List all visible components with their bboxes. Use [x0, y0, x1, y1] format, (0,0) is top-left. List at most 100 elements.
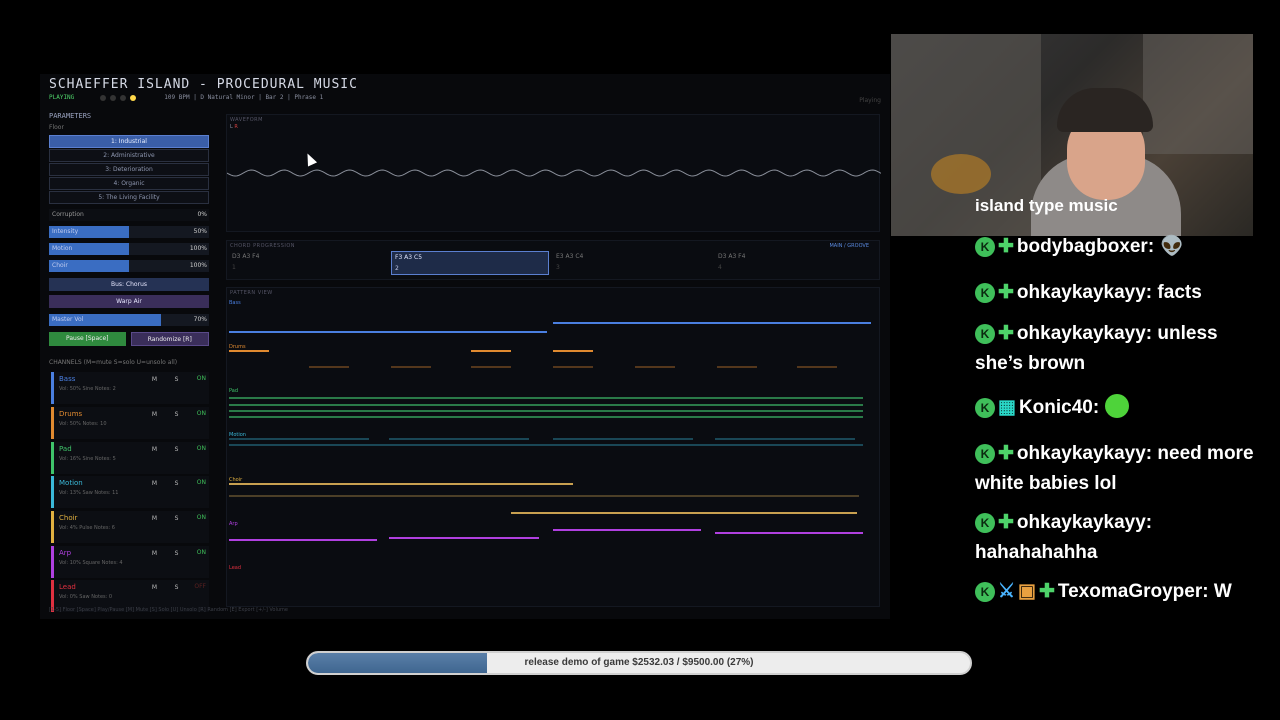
- beat-indicator-active-icon: [130, 94, 137, 101]
- chord-slot-1[interactable]: D3 A3 F4 1: [229, 251, 387, 275]
- pad-note: [229, 410, 863, 412]
- floor-button-5[interactable]: 5: The Living Facility: [49, 191, 209, 204]
- channel-info: Vol: 0% Saw Notes: 0: [59, 594, 113, 600]
- randomize-button[interactable]: Randomize [R]: [130, 332, 209, 346]
- chord-index: 2: [395, 265, 399, 272]
- sub-badge-icon: ✚: [998, 236, 1014, 257]
- bus-chorus-button[interactable]: Bus: Chorus: [49, 278, 209, 291]
- webcam-background: [1143, 34, 1253, 154]
- slider-value: 0%: [197, 211, 207, 218]
- solo-button[interactable]: S: [172, 375, 181, 384]
- channel-on-toggle[interactable]: OFF: [194, 583, 206, 590]
- channel-name: Motion: [59, 479, 83, 487]
- mute-button[interactable]: M: [150, 375, 159, 384]
- channel-on-toggle[interactable]: ON: [197, 479, 206, 486]
- solo-button[interactable]: S: [172, 479, 181, 488]
- pattern-view-panel: PATTERN VIEW Bass Drums Pad Motion Choir…: [226, 287, 880, 607]
- drum-hit: [717, 366, 757, 368]
- channel-name: Bass: [59, 375, 76, 383]
- motion-slider[interactable]: Motion 100%: [49, 243, 209, 255]
- slider-label: Motion: [52, 245, 73, 252]
- warp-air-button[interactable]: Warp Air: [49, 295, 209, 308]
- floor-button-4[interactable]: 4: Organic: [49, 177, 209, 190]
- chat-username: ohkaykaykayy:: [1016, 282, 1153, 303]
- sub-badge-icon: ✚: [998, 512, 1014, 533]
- channel-on-toggle[interactable]: ON: [197, 514, 206, 521]
- floor-button-2[interactable]: 2: Administrative: [49, 149, 209, 162]
- channel-name: Choir: [59, 514, 78, 522]
- solo-button[interactable]: S: [172, 583, 181, 592]
- channel-badge-icon: K: [975, 283, 995, 303]
- motion-note: [389, 438, 529, 440]
- chat-username: ohkaykaykayy:: [1016, 443, 1153, 464]
- mute-button[interactable]: M: [150, 514, 159, 523]
- chord-index: 3: [556, 264, 560, 271]
- bass-note: [229, 331, 547, 333]
- channel-on-toggle[interactable]: ON: [197, 410, 206, 417]
- chat-text: W: [1213, 581, 1232, 602]
- mute-button[interactable]: M: [150, 445, 159, 454]
- choir-note: [229, 495, 859, 497]
- channel-badge-icon: K: [975, 237, 995, 257]
- chord-index: 1: [232, 264, 236, 271]
- slider-value: 50%: [193, 228, 207, 235]
- chord-slot-3[interactable]: E3 A3 C4 3: [553, 251, 711, 275]
- choir-note: [229, 483, 573, 485]
- sword-badge-icon: ⚔: [998, 581, 1016, 602]
- chat-overflow-text: island type music: [975, 196, 1118, 215]
- arp-note: [715, 532, 863, 534]
- mute-button[interactable]: M: [150, 479, 159, 488]
- channel-on-toggle[interactable]: ON: [197, 549, 206, 556]
- master-volume-slider[interactable]: Master Vol 70%: [49, 314, 209, 326]
- status-line: PLAYING 109 BPM | D Natural Minor | Bar …: [49, 94, 323, 101]
- mute-button[interactable]: M: [150, 583, 159, 592]
- floor-button-3[interactable]: 3: Deterioration: [49, 163, 209, 176]
- song-info: 109 BPM | D Natural Minor | Bar 2 | Phra…: [164, 94, 324, 101]
- beat-indicator-icon: [100, 94, 107, 101]
- solo-button[interactable]: S: [172, 410, 181, 419]
- chord-slot-2-active[interactable]: F3 A3 C5 2: [391, 251, 549, 275]
- mute-button[interactable]: M: [150, 549, 159, 558]
- pad-note: [229, 404, 863, 406]
- channel-badge-icon: K: [975, 582, 995, 602]
- drum-hit: [553, 350, 593, 352]
- sub-badge-icon: ✚: [1039, 581, 1055, 602]
- channel-badge-icon: K: [975, 513, 995, 533]
- channel-info: Vol: 16% Sine Notes: 5: [59, 456, 116, 462]
- chord-slot-4[interactable]: D3 A3 F4 4: [715, 251, 873, 275]
- intensity-slider[interactable]: Intensity 50%: [49, 226, 209, 238]
- channel-badge-icon: K: [975, 444, 995, 464]
- channel-name: Lead: [59, 583, 76, 591]
- alien-emote-icon: 👽: [1160, 236, 1184, 257]
- floor-button-1[interactable]: 1: Industrial: [49, 135, 209, 148]
- streamer-cap: [1057, 88, 1153, 132]
- mute-button[interactable]: M: [150, 410, 159, 419]
- pause-button[interactable]: Pause [Space]: [49, 332, 126, 346]
- track-label-arp: Arp: [229, 521, 238, 527]
- sub-badge-icon: ✚: [998, 282, 1014, 303]
- channel-info: Vol: 50% Notes: 10: [59, 421, 107, 427]
- chat-message: K ✚ ohkaykaykayy: unless she’s brown: [975, 319, 1265, 379]
- solo-button[interactable]: S: [172, 445, 181, 454]
- chat-message: K ✚ ohkaykaykayy: facts: [975, 278, 1265, 308]
- pad-note: [229, 416, 863, 418]
- solo-button[interactable]: S: [172, 549, 181, 558]
- donation-goal-bar: release demo of game $2532.03 / $9500.00…: [306, 651, 972, 675]
- choir-note: [511, 512, 857, 514]
- drum-hit: [391, 366, 431, 368]
- drum-hit: [471, 350, 511, 352]
- chord-notes: D3 A3 F4: [232, 253, 260, 260]
- bass-note: [553, 322, 871, 324]
- channel-on-toggle[interactable]: ON: [197, 445, 206, 452]
- solo-button[interactable]: S: [172, 514, 181, 523]
- sub-badge-icon: ✚: [998, 443, 1014, 464]
- arp-note: [389, 537, 539, 539]
- channel-pad: Pad Vol: 16% Sine Notes: 5 M S ON: [51, 442, 209, 474]
- chat-username: TexomaGroyper:: [1057, 581, 1209, 602]
- beat-indicator-icon: [110, 94, 117, 101]
- corruption-slider[interactable]: Corruption 0%: [49, 209, 209, 221]
- arp-note: [553, 529, 701, 531]
- drum-hit: [797, 366, 837, 368]
- choir-slider[interactable]: Choir 100%: [49, 260, 209, 272]
- channel-on-toggle[interactable]: ON: [197, 375, 206, 382]
